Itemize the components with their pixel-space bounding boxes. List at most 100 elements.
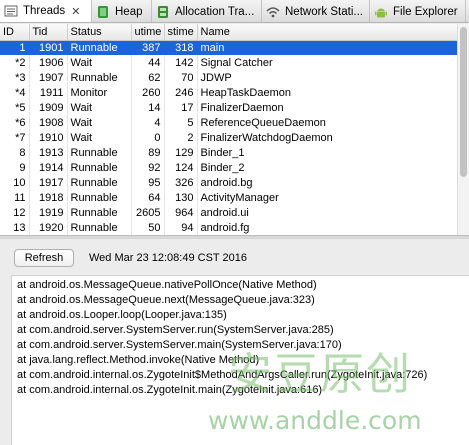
- table-row[interactable]: 13 1920 Runnable 50 94 android.fg: [0, 220, 458, 235]
- cell-tid: 1913: [29, 145, 68, 160]
- cell-tid: 1917: [29, 175, 68, 190]
- table-header-row: ID Tid Status utime stime Name: [0, 24, 458, 41]
- table-row[interactable]: *2 1906 Wait 44 142 Signal Catcher: [0, 55, 458, 70]
- stack-trace-line: at com.android.internal.os.ZygoteInit$Me…: [17, 369, 428, 381]
- table-row[interactable]: 9 1914 Runnable 92 124 Binder_2: [0, 160, 458, 175]
- column-header-stime[interactable]: stime: [164, 24, 198, 41]
- cell-stime: 318: [164, 40, 198, 55]
- cell-name: Signal Catcher: [197, 55, 458, 70]
- cell-stime: 94: [164, 220, 198, 235]
- cell-tid: 1910: [29, 130, 68, 145]
- column-header-tid[interactable]: Tid: [29, 24, 68, 41]
- cell-status: Wait: [67, 100, 132, 115]
- table-row[interactable]: 12 1919 Runnable 2605 964 android.ui: [0, 205, 458, 220]
- cell-name: ReferenceQueueDaemon: [197, 115, 458, 130]
- table-row[interactable]: 10 1917 Runnable 95 326 android.bg: [0, 175, 458, 190]
- cell-tid: 1909: [29, 100, 68, 115]
- cell-name: main: [197, 40, 458, 55]
- table-row[interactable]: *6 1908 Wait 4 5 ReferenceQueueDaemon: [0, 115, 458, 130]
- cell-utime: 4: [131, 115, 165, 130]
- cell-stime: 124: [164, 160, 198, 175]
- cell-id: *7: [0, 130, 30, 145]
- scrollbar-thumb[interactable]: [460, 27, 467, 177]
- stack-trace-line: at android.os.MessageQueue.next(MessageQ…: [17, 294, 315, 306]
- close-icon[interactable]: ✕: [71, 5, 80, 18]
- table-scrollbar[interactable]: [457, 24, 469, 235]
- cell-stime: 246: [164, 85, 198, 100]
- table-row[interactable]: *3 1907 Runnable 62 70 JDWP: [0, 70, 458, 85]
- column-header-id[interactable]: ID: [0, 24, 30, 41]
- tab-heap[interactable]: Heap: [92, 0, 152, 22]
- cell-stime: 964: [164, 205, 198, 220]
- refresh-button[interactable]: Refresh: [14, 249, 74, 267]
- cell-stime: 70: [164, 70, 198, 85]
- cell-utime: 260: [131, 85, 165, 100]
- column-header-status[interactable]: Status: [67, 24, 132, 41]
- cell-tid: 1906: [29, 55, 68, 70]
- cell-status: Runnable: [67, 70, 132, 85]
- cell-tid: 1907: [29, 70, 68, 85]
- threads-table-container: ID Tid Status utime stime Name 1 1901 Runn…: [0, 24, 469, 235]
- refresh-timestamp: Wed Mar 23 12:08:49 CST 2016: [89, 252, 247, 264]
- cell-id: 9: [0, 160, 30, 175]
- cell-utime: 50: [131, 220, 165, 235]
- cell-id: 10: [0, 175, 30, 190]
- heap-icon: [96, 5, 110, 19]
- cell-id: 11: [0, 190, 30, 205]
- cell-stime: 5: [164, 115, 198, 130]
- cell-utime: 387: [131, 40, 165, 55]
- tab-label: Network Stati...: [285, 5, 363, 18]
- cell-status: Runnable: [67, 40, 132, 55]
- cell-tid: 1919: [29, 205, 68, 220]
- cell-name: FinalizerWatchdogDaemon: [197, 130, 458, 145]
- cell-status: Runnable: [67, 160, 132, 175]
- table-row[interactable]: 8 1913 Runnable 89 129 Binder_1: [0, 145, 458, 160]
- tab-label: Heap: [115, 5, 143, 18]
- cell-tid: 1920: [29, 220, 68, 235]
- cell-stime: 17: [164, 100, 198, 115]
- threads-table: ID Tid Status utime stime Name 1 1901 Runn…: [0, 24, 458, 235]
- cell-utime: 14: [131, 100, 165, 115]
- column-header-utime[interactable]: utime: [131, 24, 165, 41]
- tab-threads[interactable]: Threads ✕: [0, 0, 92, 22]
- cell-tid: 1914: [29, 160, 68, 175]
- stack-trace-line: at com.android.internal.os.ZygoteInit.ma…: [17, 384, 323, 396]
- cell-tid: 1901: [29, 40, 68, 55]
- cell-utime: 2605: [131, 205, 165, 220]
- cell-status: Runnable: [67, 175, 132, 190]
- stack-trace-line: at android.os.MessageQueue.nativePollOnc…: [17, 279, 317, 291]
- cell-name: JDWP: [197, 70, 458, 85]
- cell-stime: 142: [164, 55, 198, 70]
- cell-name: android.ui: [197, 205, 458, 220]
- tab-file-explorer[interactable]: File Explorer: [370, 0, 466, 22]
- cell-stime: 326: [164, 175, 198, 190]
- table-row[interactable]: *4 1911 Monitor 260 246 HeapTaskDaemon: [0, 85, 458, 100]
- stack-trace-line: at com.android.server.SystemServer.main(…: [17, 339, 342, 351]
- table-row[interactable]: 1 1901 Runnable 387 318 main: [0, 40, 458, 55]
- cell-name: FinalizerDaemon: [197, 100, 458, 115]
- cell-name: Binder_1: [197, 145, 458, 160]
- cell-id: *5: [0, 100, 30, 115]
- cell-status: Monitor: [67, 85, 132, 100]
- table-row[interactable]: *7 1910 Wait 0 2 FinalizerWatchdogDaemon: [0, 130, 458, 145]
- table-row[interactable]: *5 1909 Wait 14 17 FinalizerDaemon: [0, 100, 458, 115]
- cell-tid: 1908: [29, 115, 68, 130]
- cell-tid: 1918: [29, 190, 68, 205]
- stack-trace-line: at com.android.server.SystemServer.run(S…: [17, 324, 334, 336]
- threads-icon: [4, 4, 18, 18]
- view-tab-bar: Threads ✕ Heap Allocation Tra... Network…: [0, 0, 469, 23]
- cell-utime: 95: [131, 175, 165, 190]
- cell-tid: 1911: [29, 85, 68, 100]
- stack-trace-line: at java.lang.reflect.Method.invoke(Nativ…: [17, 354, 260, 366]
- cell-id: 13: [0, 220, 30, 235]
- tab-label: File Explorer: [393, 5, 458, 18]
- cell-id: *2: [0, 55, 30, 70]
- stack-trace-view[interactable]: at android.os.MessageQueue.nativePollOnc…: [11, 275, 469, 445]
- tab-allocation-tracker[interactable]: Allocation Tra...: [152, 0, 262, 22]
- tab-network-statistics[interactable]: Network Stati...: [262, 0, 370, 22]
- cell-id: 12: [0, 205, 30, 220]
- android-icon: [374, 5, 388, 19]
- cell-name: HeapTaskDaemon: [197, 85, 458, 100]
- column-header-name[interactable]: Name: [197, 24, 458, 41]
- table-row[interactable]: 11 1918 Runnable 64 130 ActivityManager: [0, 190, 458, 205]
